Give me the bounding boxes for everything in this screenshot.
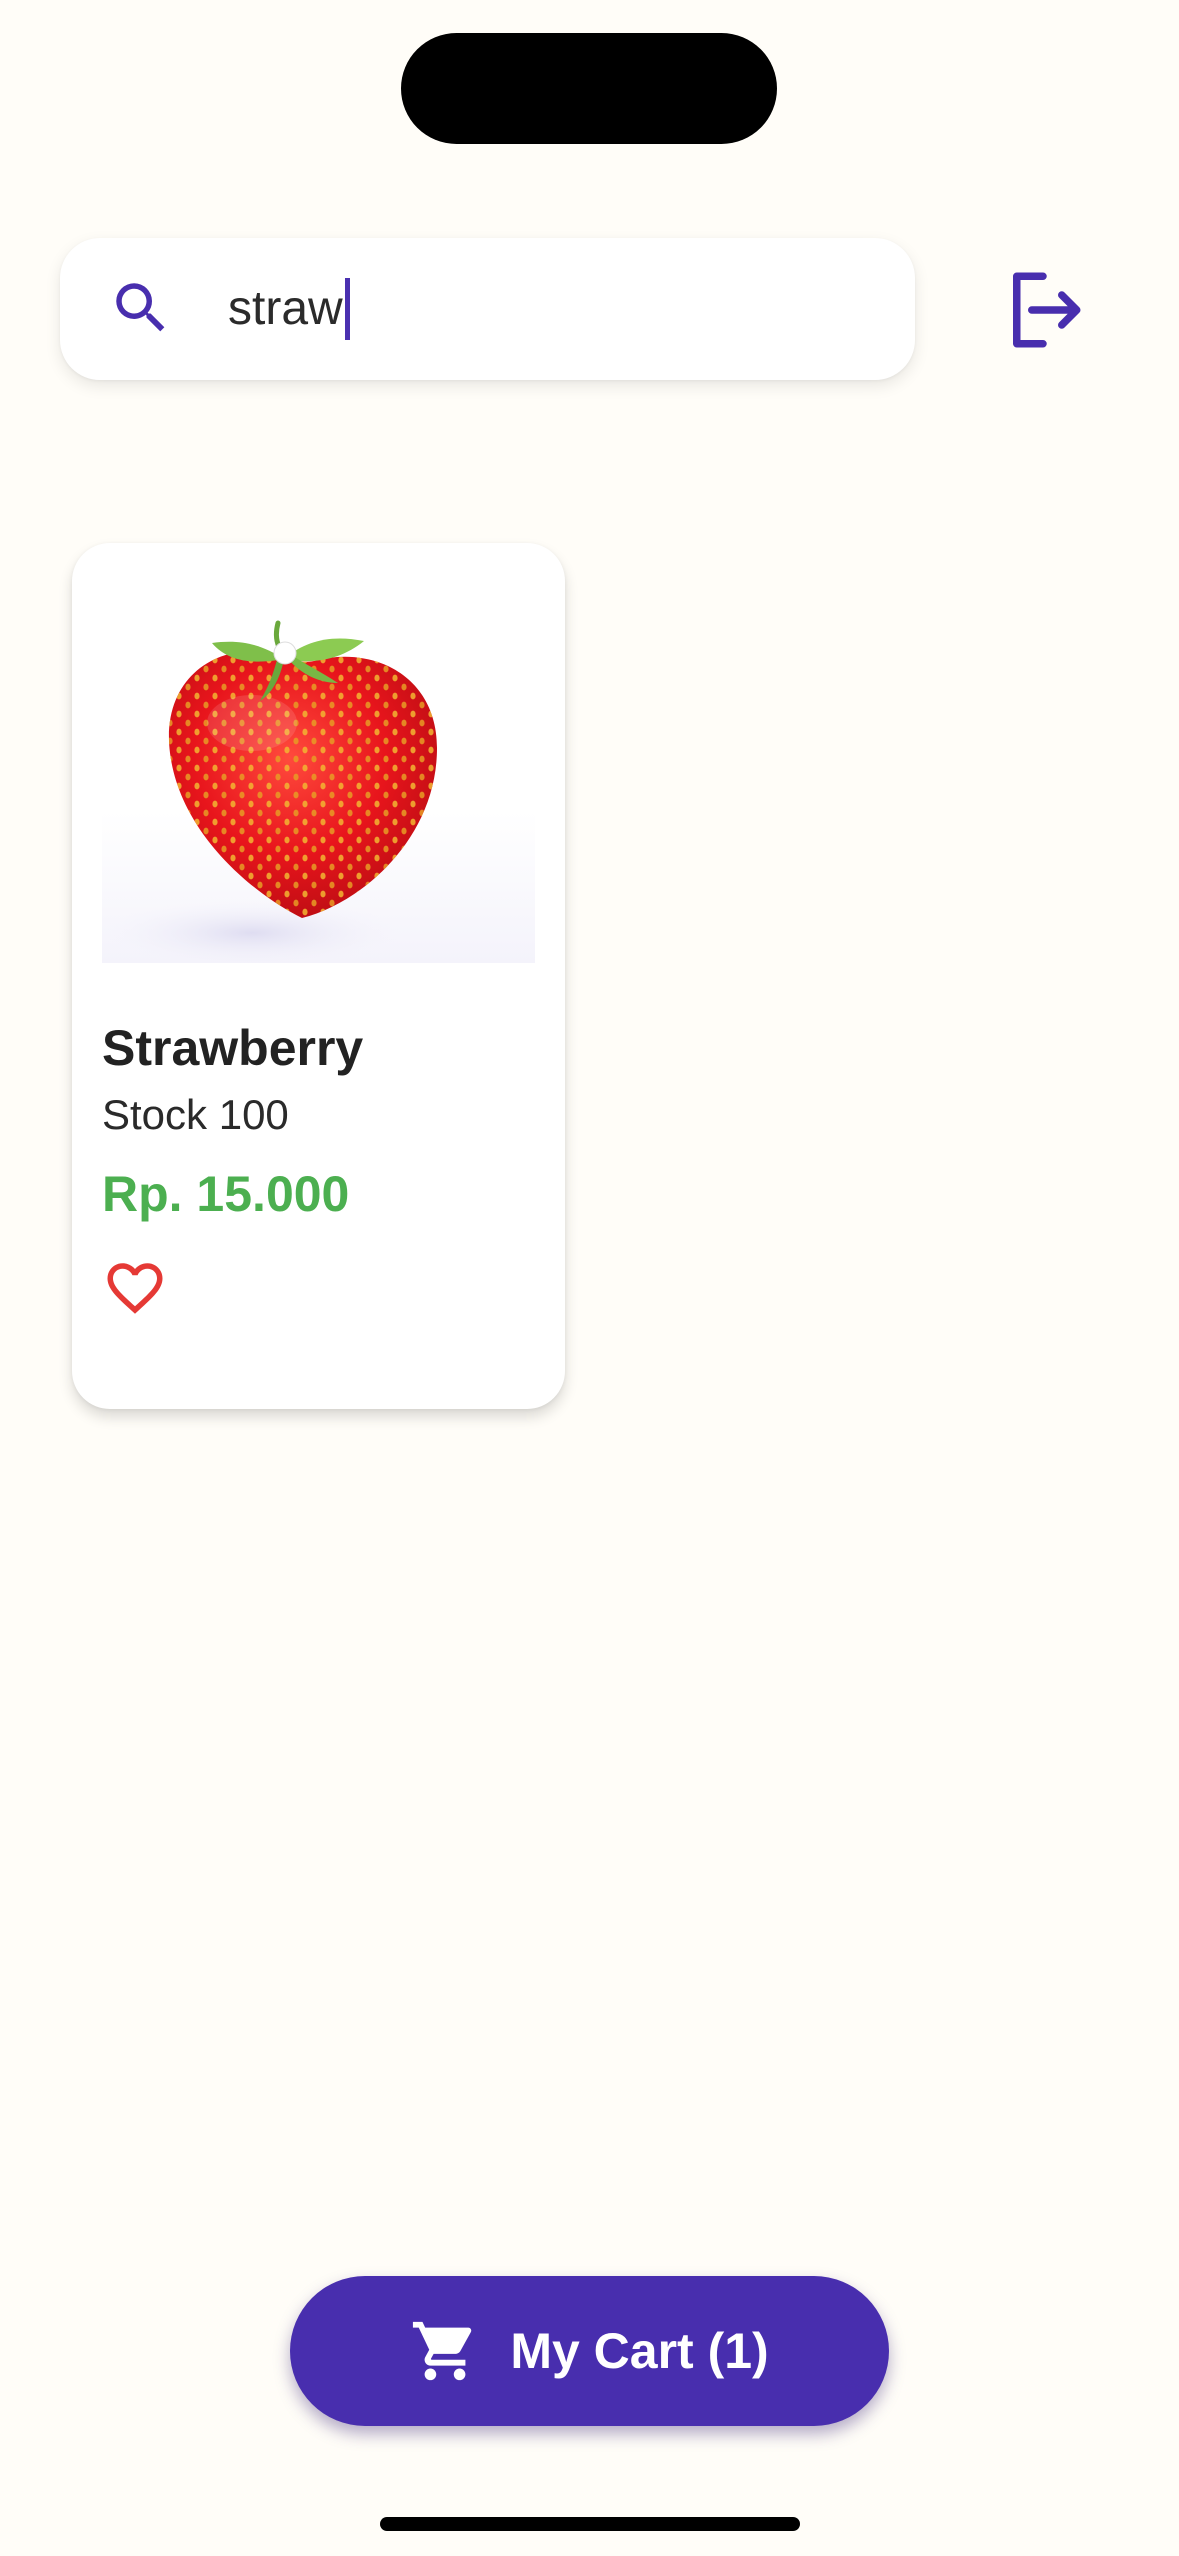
product-stock: Stock 100 xyxy=(102,1091,289,1138)
logout-icon[interactable] xyxy=(998,265,1088,355)
product-image xyxy=(102,583,535,963)
dynamic-island xyxy=(401,33,777,144)
product-price: Rp. 15.000 xyxy=(102,1166,350,1222)
strawberry-image xyxy=(102,620,437,963)
product-card[interactable]: Strawberry Stock 100 Rp. 15.000 xyxy=(72,543,565,1409)
product-name: Strawberry xyxy=(102,1020,364,1076)
home-indicator[interactable] xyxy=(380,2517,800,2531)
text-cursor xyxy=(344,278,350,340)
heart-outline-icon[interactable] xyxy=(102,1255,168,1321)
search-input-value: straw xyxy=(228,282,343,335)
search-input[interactable]: straw xyxy=(228,276,350,342)
search-icon xyxy=(116,283,165,332)
search-bar[interactable] xyxy=(60,238,915,380)
shopping-cart-icon xyxy=(413,2321,472,2381)
my-cart-label: My Cart (1) xyxy=(510,2323,769,2379)
my-cart-button[interactable]: My Cart (1) xyxy=(290,2276,889,2426)
app-screen: straw Strawberry Stock 100 Rp. 15.000 My… xyxy=(0,0,1179,2556)
